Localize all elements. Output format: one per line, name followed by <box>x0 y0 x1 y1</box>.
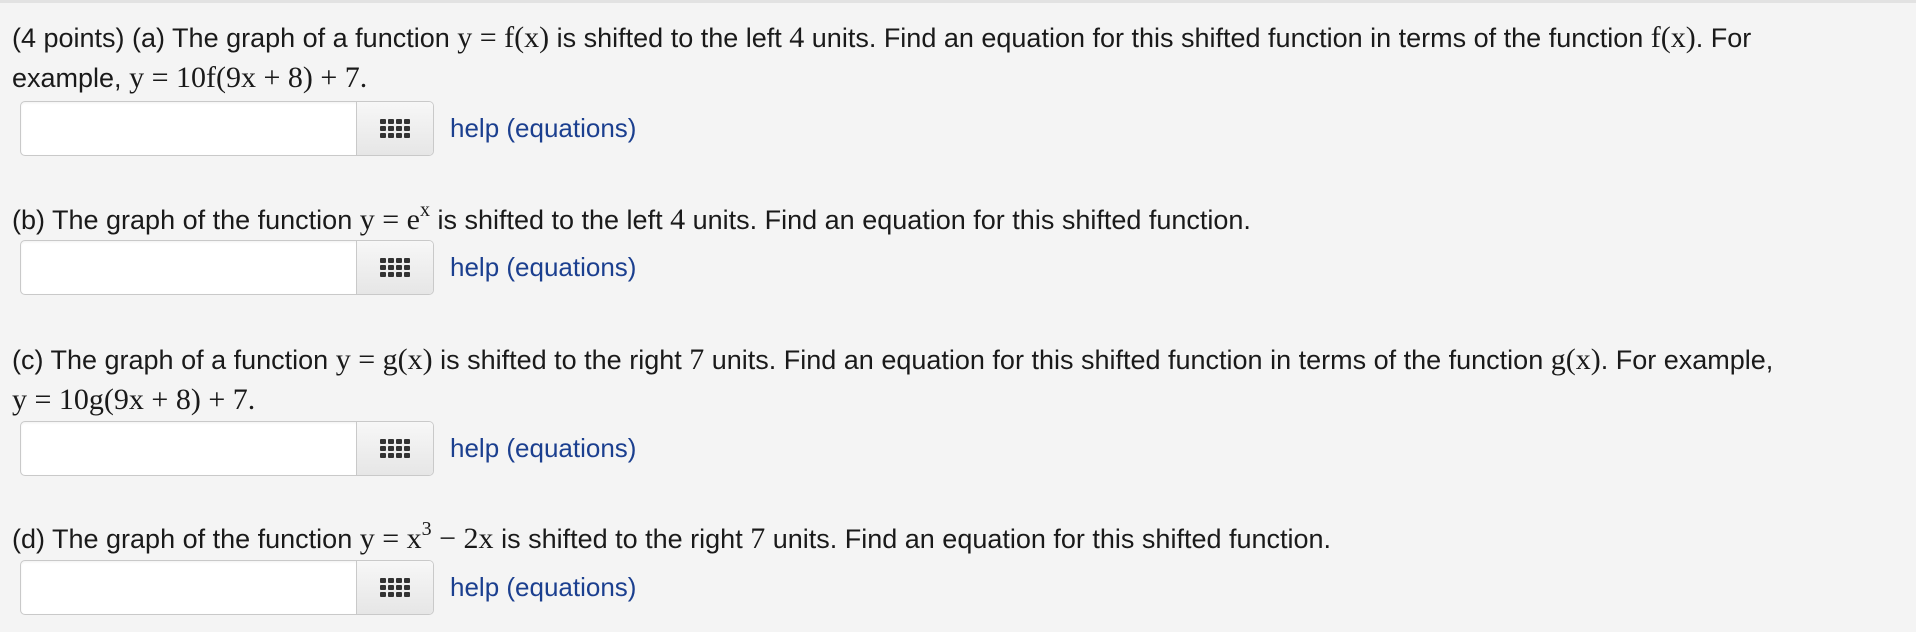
grid-icon <box>380 119 410 138</box>
answer-box-a <box>20 101 434 156</box>
answer-input-c[interactable] <box>21 422 356 475</box>
answer-row-b: help (equations) <box>20 239 636 296</box>
answer-row-a: help (equations) <box>20 100 636 157</box>
answer-box-d <box>20 560 434 615</box>
answer-row-d: help (equations) <box>20 559 636 616</box>
answer-box-c <box>20 421 434 476</box>
problem-d-text: (d) The graph of the function y = x3 − 2… <box>12 518 1332 555</box>
grid-icon <box>380 439 410 458</box>
equation-palette-button-c[interactable] <box>356 422 433 475</box>
help-equations-link-a[interactable]: help (equations) <box>450 113 636 144</box>
problem-c-example: y = 10g(9x + 8) + 7. <box>12 383 256 416</box>
answer-row-c: help (equations) <box>20 420 636 477</box>
problem-c-text: (c) The graph of a function y = g(x) is … <box>12 343 1774 416</box>
equation-palette-button-d[interactable] <box>356 561 433 614</box>
help-equations-link-d[interactable]: help (equations) <box>450 572 636 603</box>
help-equations-link-b[interactable]: help (equations) <box>450 252 636 283</box>
problem-b-text: (b) The graph of the function y = ex is … <box>12 199 1251 236</box>
problem-a-text: (4 points) (a) The graph of a function y… <box>12 21 1752 94</box>
equation-palette-button-a[interactable] <box>356 102 433 155</box>
answer-input-b[interactable] <box>21 241 356 294</box>
answer-box-b <box>20 240 434 295</box>
top-divider <box>0 0 1916 3</box>
help-equations-link-c[interactable]: help (equations) <box>450 433 636 464</box>
problem-b-function: y = ex <box>359 199 430 236</box>
grid-icon <box>380 258 410 277</box>
problem-d-function: y = x3 − 2x <box>359 518 494 555</box>
grid-icon <box>380 578 410 597</box>
problem-a-function: y = f(x) <box>457 21 550 54</box>
equation-palette-button-b[interactable] <box>356 241 433 294</box>
problem-a-example: y = 10f(9x + 8) + 7. <box>129 61 368 94</box>
problem-c-function: y = g(x) <box>335 343 433 376</box>
answer-input-d[interactable] <box>21 561 356 614</box>
answer-input-a[interactable] <box>21 102 356 155</box>
